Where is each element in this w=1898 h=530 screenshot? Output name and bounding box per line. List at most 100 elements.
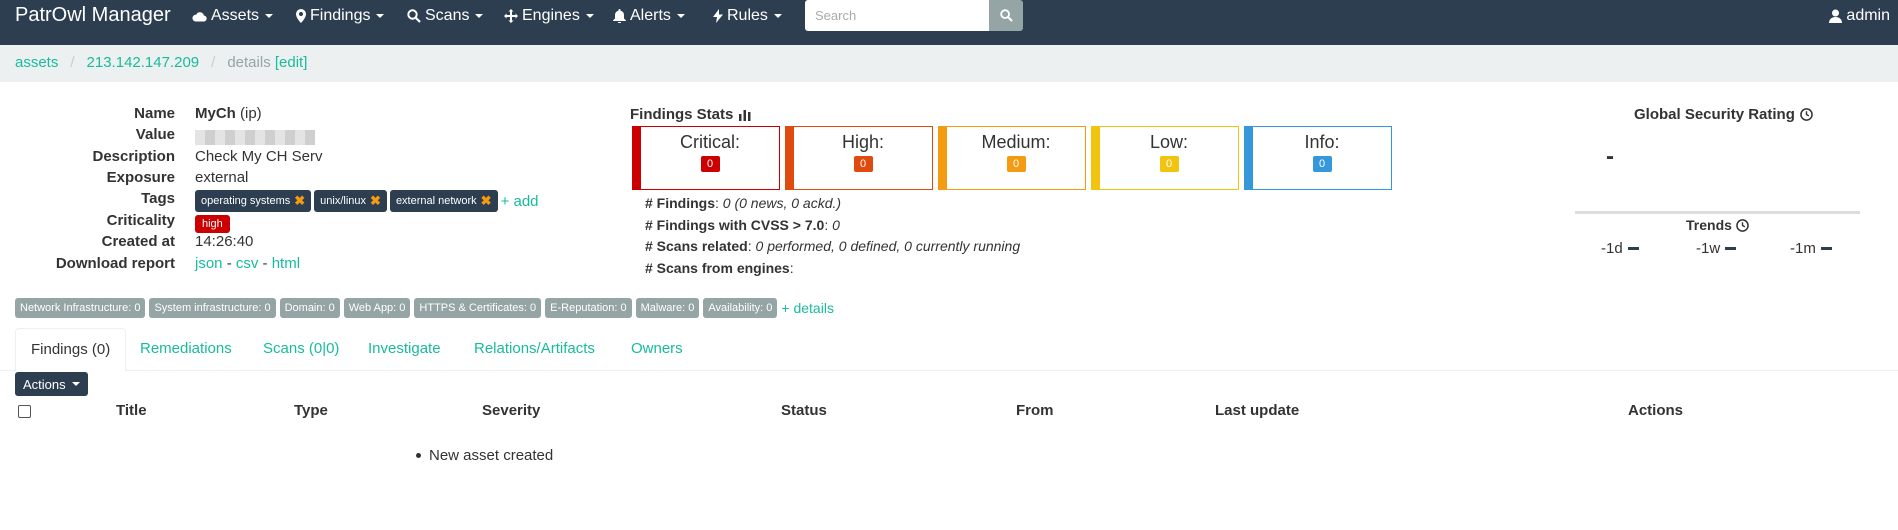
breadcrumb-assets-link[interactable]: assets [15, 54, 58, 71]
category-badge: Domain: 0 [279, 298, 340, 318]
stat-label: # Scans from engines [645, 260, 790, 276]
search-input[interactable] [805, 0, 989, 31]
column-header-severity[interactable]: Severity [482, 402, 540, 419]
category-badge: Malware: 0 [635, 298, 700, 318]
chevron-down-icon [265, 14, 274, 18]
trend-1d: -1d [1601, 240, 1639, 257]
column-header-from[interactable]: From [1016, 402, 1054, 419]
remove-tag-icon[interactable]: ✖ [294, 193, 305, 209]
actions-button-label: Actions [23, 376, 66, 392]
tag-badge: external network ✖ [389, 190, 498, 212]
high-count: 0 [853, 156, 873, 172]
asset-type: (ip) [240, 105, 262, 122]
nav-alerts-menu[interactable]: Alerts [613, 7, 685, 25]
edit-asset-link[interactable]: [edit] [275, 54, 308, 71]
download-json-link[interactable]: json [195, 255, 223, 272]
nav-findings-menu[interactable]: Findings [296, 7, 385, 25]
medium-findings-box[interactable]: Medium: 0 [938, 126, 1086, 190]
remove-tag-icon[interactable]: ✖ [370, 193, 381, 209]
report-separator: - [226, 255, 232, 272]
info-count: 0 [1312, 156, 1332, 172]
criticality-label: Criticality [106, 212, 175, 229]
category-badge: Web App: 0 [343, 298, 411, 318]
asset-value-redacted [195, 128, 315, 145]
trends-title: Trends [1686, 217, 1749, 233]
download-csv-link[interactable]: csv [236, 255, 259, 272]
high-findings-box[interactable]: High: 0 [785, 126, 933, 190]
top-navbar: PatrOwl Manager Assets Findings Scans En… [0, 0, 1898, 45]
breadcrumb-current: details [227, 54, 271, 71]
category-badge: E-Reputation: 0 [545, 298, 632, 318]
tag-label: external network [395, 195, 477, 207]
select-all-checkbox[interactable] [18, 405, 31, 418]
tag-label: operating systems [201, 195, 291, 207]
chevron-down-icon [676, 14, 685, 18]
tab-relations-artifacts[interactable]: Relations/Artifacts [459, 328, 610, 371]
trend-label: -1m [1790, 240, 1816, 257]
nav-rules-menu[interactable]: Rules [713, 7, 782, 25]
clock-icon[interactable] [1800, 108, 1813, 121]
nav-findings-label: Findings [310, 7, 371, 24]
clock-icon[interactable] [1736, 218, 1749, 232]
download-html-link[interactable]: html [272, 255, 300, 272]
nav-alerts-label: Alerts [630, 7, 671, 24]
move-icon [504, 9, 518, 23]
chevron-down-icon [585, 14, 594, 18]
exposure-label: Exposure [106, 169, 175, 186]
add-tag-link[interactable]: + add [501, 193, 539, 210]
user-menu[interactable]: admin [1829, 7, 1890, 25]
bell-icon [613, 9, 626, 23]
column-header-actions: Actions [1628, 402, 1684, 419]
breadcrumb-asset-link[interactable]: 213.142.147.209 [87, 54, 200, 71]
high-label: High: [841, 132, 885, 152]
category-badges: Network Infrastructure: 0 System infrast… [15, 298, 834, 318]
findings-stats-title-text: Findings Stats [630, 106, 734, 123]
tags-list: operating systems ✖ unix/linux ✖ external … [195, 190, 539, 212]
minus-icon [1627, 247, 1639, 250]
nav-assets-menu[interactable]: Assets [192, 7, 274, 25]
column-header-title[interactable]: Title [116, 402, 147, 419]
column-header-type[interactable]: Type [294, 402, 328, 419]
tag-badge: unix/linux ✖ [314, 190, 387, 212]
created-at-value: 14:26:40 [195, 233, 254, 250]
chevron-down-icon [475, 14, 484, 18]
tab-investigate[interactable]: Investigate [353, 328, 456, 371]
info-findings-box[interactable]: Info: 0 [1244, 126, 1392, 190]
findings-cvss-line: # Findings with CVSS > 7.0: 0 [645, 217, 840, 233]
medium-count: 0 [1006, 156, 1026, 172]
low-label: Low: [1149, 132, 1189, 152]
brand-logo[interactable]: PatrOwl Manager [15, 4, 171, 27]
category-badge: Network Infrastructure: 0 [15, 298, 146, 318]
tab-owners[interactable]: Owners [616, 328, 698, 371]
remove-tag-icon[interactable]: ✖ [481, 193, 492, 209]
column-header-status[interactable]: Status [781, 402, 827, 419]
scans-engines-line: # Scans from engines: [645, 260, 794, 276]
low-findings-box[interactable]: Low: 0 [1091, 126, 1239, 190]
asset-name: MyCh [195, 105, 236, 122]
medium-label: Medium: [981, 132, 1051, 152]
flash-icon [713, 9, 723, 23]
nav-engines-label: Engines [522, 7, 580, 24]
critical-findings-box[interactable]: Critical: 0 [632, 126, 780, 190]
stat-label: # Findings [645, 195, 715, 211]
category-badge: Availability: 0 [703, 298, 778, 318]
tab-remediations[interactable]: Remediations [125, 328, 247, 371]
rating-divider [1575, 211, 1860, 214]
actions-dropdown-button[interactable]: Actions [15, 372, 88, 396]
search-button[interactable] [989, 0, 1023, 31]
tags-label: Tags [141, 190, 175, 207]
chevron-down-icon [376, 14, 385, 18]
nav-engines-menu[interactable]: Engines [504, 7, 594, 25]
security-rating-value: - [1606, 143, 1614, 170]
category-details-link[interactable]: + details [781, 300, 834, 316]
tab-findings[interactable]: Findings (0) [15, 328, 127, 372]
nav-scans-menu[interactable]: Scans [407, 7, 484, 25]
download-report-links: json - csv - html [195, 255, 300, 272]
stat-value: 0 [832, 217, 840, 233]
critical-label: Critical: [679, 132, 740, 152]
nav-assets-label: Assets [211, 7, 260, 24]
security-rating-title-text: Global Security Rating [1634, 106, 1795, 123]
info-label: Info: [1304, 132, 1340, 152]
column-header-last-update[interactable]: Last update [1215, 402, 1299, 419]
tab-scans[interactable]: Scans (0|0) [248, 328, 354, 371]
